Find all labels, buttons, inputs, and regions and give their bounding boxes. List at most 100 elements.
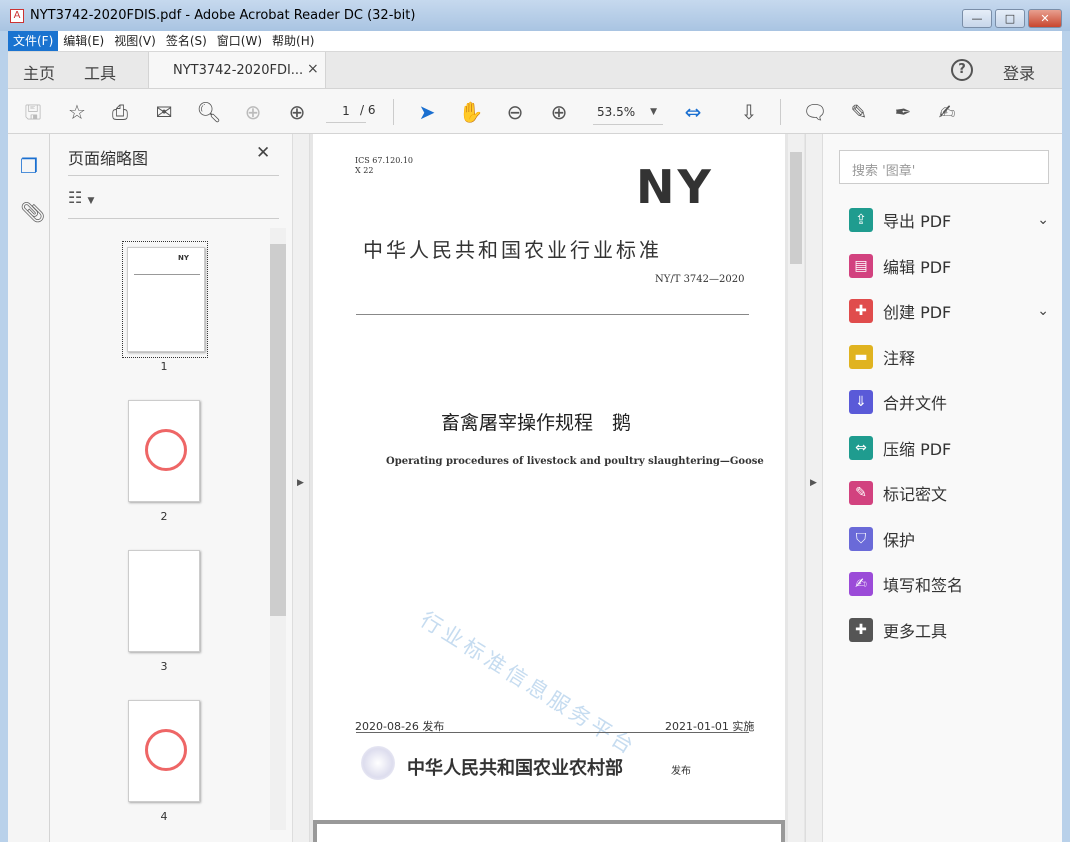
zoom-out-icon[interactable]: ⊖	[502, 99, 528, 125]
thumbnail-line	[134, 274, 200, 275]
next-page-icon[interactable]: ⊕	[284, 99, 310, 125]
collapse-right-button[interactable]: ▶	[805, 134, 822, 842]
hand-icon[interactable]: ✋	[458, 99, 484, 125]
maximize-button[interactable]: □	[995, 9, 1025, 28]
tool-item[interactable]: ✎ 标记密文	[849, 475, 1049, 511]
tab-home[interactable]: 主页	[23, 60, 55, 84]
divider	[68, 218, 279, 219]
acrobat-icon: A	[10, 9, 24, 23]
close-button[interactable]: ✕	[1028, 9, 1062, 28]
title-bar: A NYT3742-2020FDIS.pdf - Adobe Acrobat R…	[0, 0, 1070, 31]
attachments-icon[interactable]: 📎︎	[20, 200, 45, 224]
tool-label: 标记密文	[883, 485, 948, 504]
tool-item[interactable]: ✚ 更多工具	[849, 612, 1049, 648]
fit-page-icon[interactable]: ⇔	[680, 99, 706, 125]
toolbar-divider	[393, 99, 394, 125]
tool-icon: ▤	[849, 253, 873, 278]
tool-item[interactable]: ▬ 注释	[849, 339, 1049, 375]
tool-item[interactable]: ⇓ 合并文件	[849, 384, 1049, 420]
prev-page-icon[interactable]: ⊕	[240, 99, 266, 125]
seal-icon	[145, 429, 187, 471]
issuer-suffix: 发布	[671, 766, 691, 777]
page-thumbnails-icon[interactable]: ❐	[20, 154, 38, 178]
tool-item[interactable]: ⇔ 压缩 PDF	[849, 430, 1049, 466]
highlight-icon[interactable]: ✎	[846, 99, 872, 125]
close-panel-icon[interactable]: ✕	[256, 143, 270, 163]
document-title-en: Operating procedures of livestock and po…	[386, 456, 764, 467]
tool-search-input[interactable]: 搜索 '图章'	[839, 150, 1049, 184]
search-icon[interactable]: 🔍︎	[196, 99, 222, 125]
window-title: NYT3742-2020FDIS.pdf - Adobe Acrobat Rea…	[30, 8, 416, 23]
edit-doc-icon[interactable]: ✍	[934, 99, 960, 125]
tool-item[interactable]: ✚ 创建 PDF ⌄	[849, 293, 1049, 329]
zoom-in-icon[interactable]: ⊕	[546, 99, 572, 125]
chevron-down-icon: ▼	[650, 107, 657, 117]
zoom-select[interactable]: 53.5% ▼	[593, 101, 663, 125]
collapse-left-button[interactable]: ▶	[292, 134, 310, 842]
thumbnail-1[interactable]: NY	[122, 241, 208, 358]
standard-title: 中华人民共和国农业行业标准	[363, 238, 662, 262]
tool-icon: ✚	[849, 617, 873, 642]
menu-window[interactable]: 窗口(W)	[212, 31, 267, 51]
thumbnail-2[interactable]	[128, 400, 200, 502]
seal-icon	[145, 729, 187, 771]
tool-label: 更多工具	[883, 621, 948, 641]
issuer: 中华人民共和国农业农村部	[407, 758, 623, 779]
chevron-down-icon[interactable]: ⌄	[1037, 212, 1049, 228]
menu-view[interactable]: 视图(V)	[109, 31, 161, 51]
scrollbar-thumb[interactable]	[270, 244, 286, 616]
scroll-mode-icon[interactable]: ⇩	[736, 99, 762, 125]
ny-logo: NY	[636, 160, 714, 214]
menu-help[interactable]: 帮助(H)	[267, 31, 319, 51]
tool-icon: ▬	[849, 344, 873, 369]
thumbnail-label: 4	[160, 810, 168, 823]
tab-bar: 主页 工具 NYT3742-2020FDI... × ? 登录	[8, 51, 1062, 89]
menu-sign[interactable]: 签名(S)	[161, 31, 212, 51]
minimize-button[interactable]: —	[962, 9, 992, 28]
tab-document-label: NYT3742-2020FDI...	[173, 63, 304, 78]
tool-label: 保护	[883, 530, 916, 550]
thumbnail-4[interactable]	[128, 700, 200, 802]
bookmark-star-icon[interactable]: ☆	[64, 99, 90, 125]
watermark: 行业标准信息服务平台	[416, 607, 641, 761]
tool-label: 注释	[883, 348, 916, 368]
tool-item[interactable]: ⛉ 保护	[849, 521, 1049, 557]
tool-item[interactable]: ▤ 编辑 PDF	[849, 248, 1049, 284]
tool-icon: ✚	[849, 299, 873, 323]
tool-label: 导出 PDF	[883, 212, 952, 231]
tab-tools[interactable]: 工具	[84, 60, 116, 84]
chevron-down-icon[interactable]: ⌄	[1037, 303, 1049, 319]
chevron-right-icon: ▶	[810, 478, 817, 488]
login-button[interactable]: 登录	[1003, 60, 1035, 84]
select-cursor-icon[interactable]: ➤	[414, 99, 440, 125]
tool-icon: ⇪	[849, 208, 873, 232]
chevron-right-icon: ▶	[297, 478, 304, 488]
save-icon[interactable]: 🖫	[20, 99, 46, 125]
page-total: / 6	[360, 103, 376, 117]
comment-icon[interactable]: 🗨︎	[802, 99, 828, 125]
scrollbar-thumb[interactable]	[790, 152, 802, 264]
print-icon[interactable]: ⎙	[107, 99, 133, 125]
menu-file[interactable]: 文件(F)	[8, 31, 59, 51]
tool-icon: ⇔	[849, 435, 873, 460]
menu-bar: 文件(F) 编辑(E) 视图(V) 签名(S) 窗口(W) 帮助(H)	[8, 31, 1062, 51]
tool-item[interactable]: ⇪ 导出 PDF ⌄	[849, 202, 1049, 238]
thumbnail-options-icon[interactable]: ☷ ▼	[68, 188, 94, 207]
help-icon[interactable]: ?	[951, 59, 973, 81]
pdf-page: ICS 67.120.10 X 22 NY 中华人民共和国农业行业标准 NY/T…	[313, 134, 785, 824]
thumbnail-scrollbar[interactable]	[270, 228, 286, 830]
thumbnail-3[interactable]	[128, 550, 200, 652]
tool-item[interactable]: ✍ 填写和签名	[849, 566, 1049, 602]
document-scrollbar[interactable]	[788, 134, 804, 842]
tab-close-icon[interactable]: ×	[307, 61, 319, 77]
toolbar: 🖫 ☆ ⎙ ✉ 🔍︎ ⊕ ⊕ 1 / 6 ➤ ✋ ⊖ ⊕ 53.5% ▼ ⇔ ⇩ …	[8, 88, 1062, 134]
email-icon[interactable]: ✉	[151, 99, 177, 125]
divider-line	[356, 314, 749, 315]
thumbnail-panel: 页面缩略图 ✕ ☷ ▼ NY 1 2 3 4	[50, 134, 292, 842]
standard-number: NY/T 3742—2020	[655, 274, 745, 285]
thumbnail-label: 2	[160, 510, 168, 523]
sign-icon[interactable]: ✒	[890, 99, 916, 125]
ministry-emblem-icon	[361, 746, 395, 780]
menu-edit[interactable]: 编辑(E)	[58, 31, 109, 51]
tab-document[interactable]: NYT3742-2020FDI... ×	[148, 52, 326, 89]
